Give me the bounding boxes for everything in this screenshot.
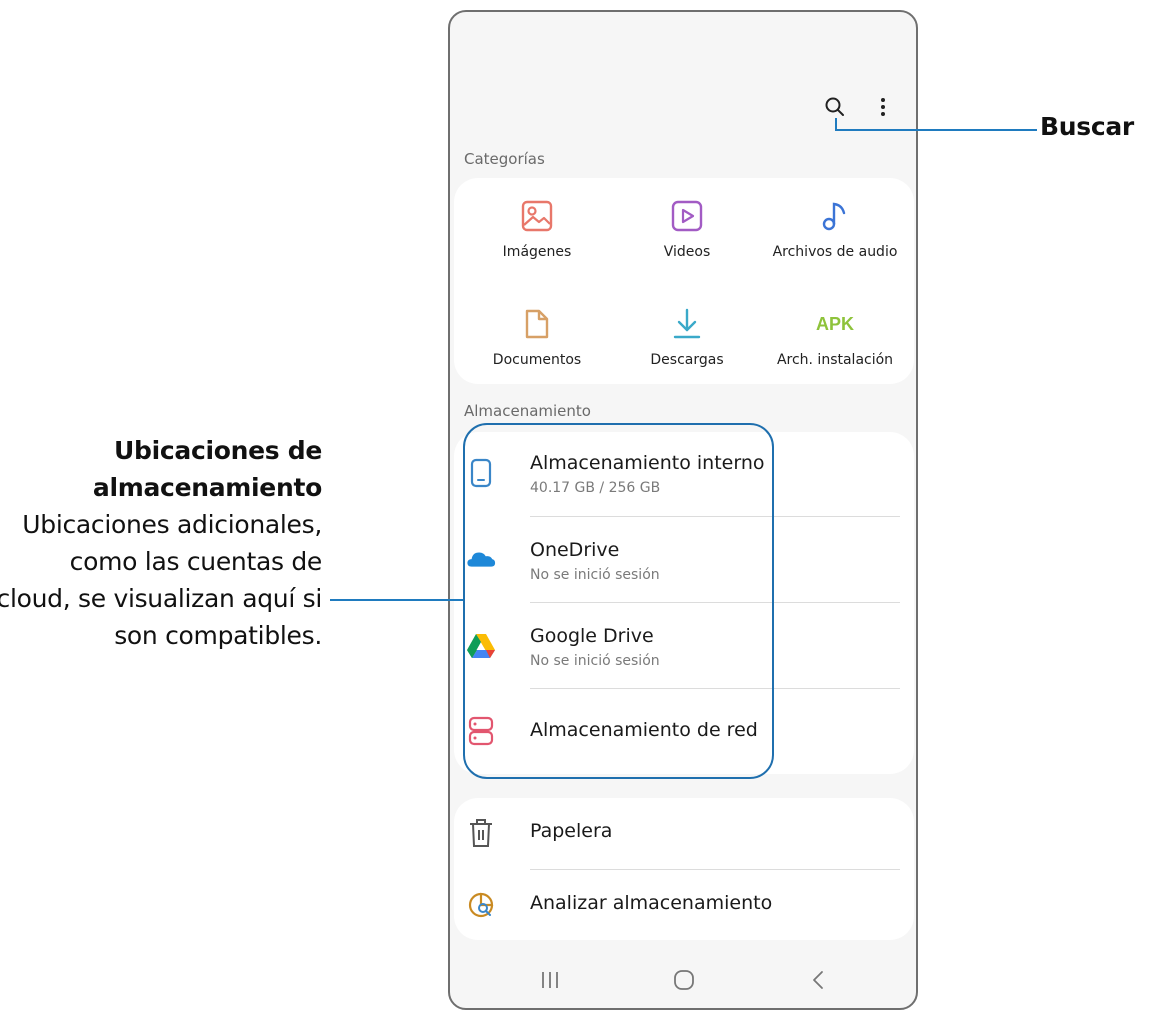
video-icon (671, 200, 703, 232)
category-videos[interactable]: Videos (614, 198, 760, 260)
analyze-storage-icon (468, 892, 494, 918)
categories-section-title: Categorías (464, 150, 545, 168)
more-options-button[interactable] (868, 92, 898, 122)
search-icon (825, 97, 844, 116)
home-button[interactable] (654, 952, 714, 1008)
row-title: Papelera (530, 820, 613, 842)
image-icon (521, 200, 553, 232)
storage-callout-title: Ubicaciones de almacenamiento (92, 436, 322, 502)
apk-icon: APK (815, 313, 854, 334)
search-callout: Buscar (1040, 112, 1134, 141)
recents-icon (542, 972, 558, 988)
category-audio[interactable]: Archivos de audio (762, 198, 908, 260)
search-callout-line-horizontal (835, 129, 1037, 131)
category-label: Videos (663, 244, 711, 260)
category-label: Archivos de audio (772, 244, 898, 260)
category-label: Imágenes (502, 244, 572, 260)
document-icon (525, 309, 549, 339)
category-label: Descargas (650, 352, 724, 368)
trash-icon (470, 819, 492, 847)
category-label: Arch. instalación (776, 352, 894, 368)
back-icon (813, 971, 823, 989)
storage-callout-line (330, 599, 463, 601)
storage-callout: Ubicaciones de almacenamiento Ubicacione… (0, 432, 322, 654)
trash-row[interactable]: Papelera (454, 798, 914, 868)
storage-callout-description: Ubicaciones adicionales, como las cuenta… (0, 510, 322, 650)
download-icon (673, 308, 701, 339)
storage-highlight-outline (463, 423, 774, 779)
music-note-icon (822, 202, 846, 231)
tools-card: Papelera Analizar almacenamiento (454, 798, 914, 940)
category-images[interactable]: Imágenes (464, 198, 610, 260)
category-downloads[interactable]: Descargas (614, 306, 760, 368)
category-documents[interactable]: Documentos (464, 306, 610, 368)
row-title: Analizar almacenamiento (530, 892, 773, 914)
categories-card: Imágenes Videos Archivos de audio Docume… (454, 178, 914, 384)
navigation-bar (450, 952, 916, 1008)
analyze-storage-row[interactable]: Analizar almacenamiento (454, 870, 914, 940)
home-icon (674, 970, 694, 990)
category-label: Documentos (492, 352, 582, 368)
recent-apps-button[interactable] (520, 952, 580, 1008)
back-button[interactable] (788, 952, 848, 1008)
more-vertical-icon (881, 98, 885, 116)
category-apk[interactable]: APK Arch. instalación (762, 306, 908, 369)
storage-section-title: Almacenamiento (464, 402, 591, 420)
